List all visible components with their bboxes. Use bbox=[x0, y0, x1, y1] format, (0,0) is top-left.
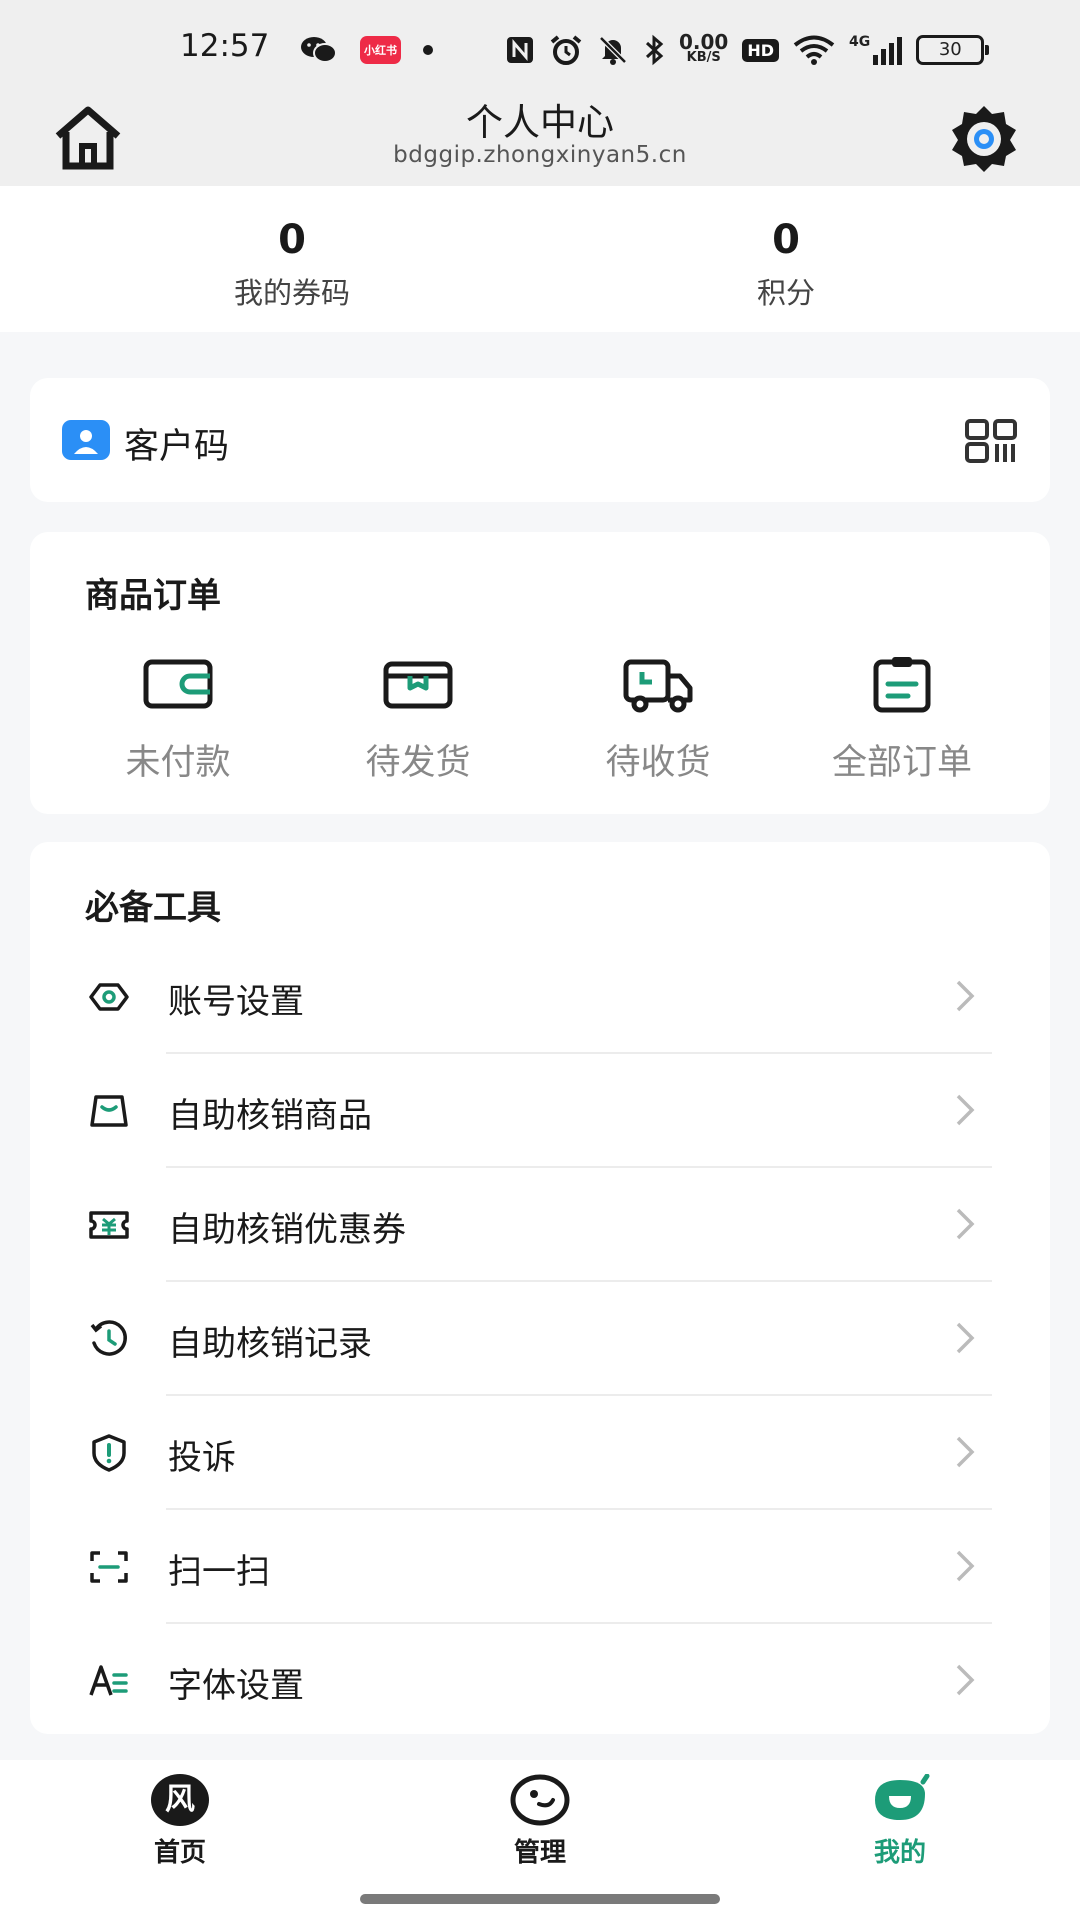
status-time: 12:57 bbox=[180, 28, 270, 64]
page-domain: bdggip.zhongxinyan5.cn bbox=[393, 142, 687, 168]
app-header: 个人中心 bdggip.zhongxinyan5.cn bbox=[0, 92, 1080, 186]
mute-icon bbox=[599, 36, 627, 65]
tool-label: 自助核销记录 bbox=[168, 1324, 372, 1364]
chevron-right-icon bbox=[956, 980, 975, 1012]
tool-scan[interactable]: 扫一扫 bbox=[30, 1510, 1050, 1624]
shield-alert-icon bbox=[92, 1434, 126, 1472]
customer-card-icon bbox=[62, 420, 110, 460]
tab-home[interactable]: 风 首页 bbox=[100, 1774, 260, 1869]
stat-coupons[interactable]: 0 我的券码 bbox=[142, 214, 442, 312]
gear-icon[interactable] bbox=[944, 100, 1024, 176]
tab-mine[interactable]: 我的 bbox=[820, 1774, 980, 1869]
dot-icon bbox=[423, 45, 433, 55]
stat-label: 积分 bbox=[756, 276, 815, 310]
order-label: 未付款 bbox=[125, 743, 231, 783]
order-to-receive[interactable]: 待收货 bbox=[538, 654, 778, 785]
tool-label: 自助核销商品 bbox=[168, 1096, 372, 1136]
order-unpaid[interactable]: 未付款 bbox=[58, 654, 298, 785]
tab-label: 首页 bbox=[153, 1838, 206, 1868]
stat-points[interactable]: 0 积分 bbox=[636, 214, 936, 312]
order-label: 全部订单 bbox=[831, 743, 972, 783]
chevron-right-icon bbox=[956, 1208, 975, 1240]
ticket-icon bbox=[89, 1211, 129, 1239]
order-label: 待收货 bbox=[605, 743, 711, 783]
font-icon bbox=[89, 1665, 128, 1696]
tab-label: 我的 bbox=[873, 1838, 926, 1868]
order-all[interactable]: 全部订单 bbox=[782, 654, 1022, 785]
stats-panel: 0 我的券码 0 积分 bbox=[0, 186, 1080, 332]
clipboard-icon bbox=[873, 657, 931, 713]
battery-icon: 30 bbox=[916, 35, 990, 65]
package-icon bbox=[383, 661, 453, 709]
profile-icon bbox=[875, 1774, 930, 1820]
status-bar: 12:57 小红书 0.00 KB/S HD 4G 30 bbox=[0, 0, 1080, 92]
wechat-icon bbox=[301, 37, 337, 63]
home-badge-icon: 风 bbox=[151, 1774, 209, 1826]
manage-icon bbox=[510, 1774, 570, 1826]
tab-manage[interactable]: 管理 bbox=[460, 1774, 620, 1869]
chevron-right-icon bbox=[956, 1322, 975, 1354]
alarm-icon bbox=[550, 35, 582, 65]
signal-icon: 4G bbox=[849, 35, 903, 65]
customer-code-card[interactable]: 客户码 bbox=[30, 378, 1050, 502]
tool-label: 自助核销优惠券 bbox=[168, 1210, 406, 1250]
nfc-icon bbox=[507, 37, 533, 63]
tool-account-settings[interactable]: 账号设置 bbox=[30, 940, 1050, 1054]
tool-label: 扫一扫 bbox=[168, 1552, 270, 1592]
tools-card: 必备工具 账号设置 自助核销商品 自助核销优惠券 自助核销记录 投诉 扫一扫 字… bbox=[30, 842, 1050, 1734]
orders-card: 商品订单 未付款 待发货 待收货 全部订单 bbox=[30, 532, 1050, 814]
tab-label: 管理 bbox=[513, 1838, 566, 1868]
stat-value: 0 bbox=[278, 217, 306, 263]
eye-hexagon-icon bbox=[89, 983, 129, 1011]
wallet-icon bbox=[143, 659, 213, 709]
xiaohongshu-icon: 小红书 bbox=[360, 36, 401, 64]
chevron-right-icon bbox=[956, 1664, 975, 1696]
page-title: 个人中心 bbox=[466, 101, 614, 144]
truck-icon bbox=[623, 659, 693, 713]
customer-code-label: 客户码 bbox=[124, 427, 230, 467]
net-speed: 0.00 KB/S bbox=[679, 30, 729, 65]
tool-label: 投诉 bbox=[168, 1438, 236, 1478]
tool-label: 字体设置 bbox=[168, 1666, 304, 1706]
tool-label: 账号设置 bbox=[168, 982, 304, 1022]
notification-icons: 小红书 bbox=[300, 30, 433, 70]
order-label: 待发货 bbox=[365, 743, 471, 783]
order-to-ship[interactable]: 待发货 bbox=[298, 654, 538, 785]
hd-badge: HD bbox=[742, 38, 780, 62]
tool-self-verify-records[interactable]: 自助核销记录 bbox=[30, 1282, 1050, 1396]
tool-font-settings[interactable]: 字体设置 bbox=[30, 1624, 1050, 1738]
orders-title: 商品订单 bbox=[85, 576, 221, 616]
tool-complaint[interactable]: 投诉 bbox=[30, 1396, 1050, 1510]
bag-icon bbox=[90, 1095, 128, 1127]
system-icons: 0.00 KB/S HD 4G 30 bbox=[505, 30, 990, 70]
bluetooth-icon bbox=[645, 34, 664, 66]
stat-value: 0 bbox=[772, 217, 800, 263]
stat-label: 我的券码 bbox=[233, 276, 350, 310]
home-indicator[interactable] bbox=[360, 1894, 720, 1904]
chevron-right-icon bbox=[956, 1550, 975, 1582]
tool-self-verify-coupon[interactable]: 自助核销优惠券 bbox=[30, 1168, 1050, 1282]
qr-code-icon[interactable] bbox=[964, 418, 1020, 464]
scan-icon bbox=[90, 1551, 128, 1583]
tool-self-verify-goods[interactable]: 自助核销商品 bbox=[30, 1054, 1050, 1168]
tools-title: 必备工具 bbox=[85, 888, 221, 928]
chevron-right-icon bbox=[956, 1094, 975, 1126]
history-icon bbox=[90, 1320, 127, 1356]
chevron-right-icon bbox=[956, 1436, 975, 1468]
wifi-icon bbox=[793, 35, 835, 65]
